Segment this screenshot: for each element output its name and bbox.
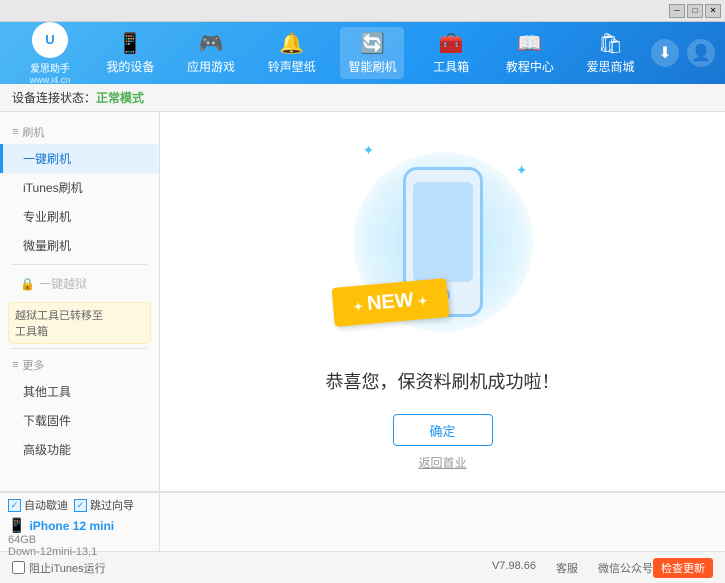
nav-ringtones-label: 铃声壁纸 (268, 58, 316, 75)
nav-store-label: 爱思商城 (587, 58, 635, 75)
sidebar-item-itunes-flash[interactable]: iTunes刷机 (0, 173, 159, 202)
sidebar-item-advanced[interactable]: 高级功能 (0, 435, 159, 464)
auto-close-checkbox[interactable]: ✓ 自动歇迪 (8, 497, 68, 513)
sidebar-section-more-icon: ≡ (12, 359, 18, 371)
skip-wizard-label: 跳过向导 (90, 497, 134, 513)
status-bar: 设备连接状态： 正常模式 (0, 84, 725, 112)
sidebar-divider-1 (12, 264, 147, 265)
phone-illustration: ✦ ✦ ✦ NEW (343, 132, 543, 352)
logo-url: www.i4.cn (30, 75, 71, 85)
nav-tutorials-icon: 📖 (517, 31, 542, 56)
nav-toolbox[interactable]: 🧰 工具箱 (421, 27, 481, 79)
nav-tutorials-label: 教程中心 (506, 58, 554, 75)
sidebar-item-download-firmware[interactable]: 下载固件 (0, 406, 159, 435)
sparkle-2: ✦ (516, 162, 528, 179)
auto-close-check-icon: ✓ (8, 499, 21, 512)
device-name: 📱 iPhone 12 mini (8, 517, 151, 534)
nav-apps-label: 应用游戏 (187, 58, 235, 75)
device-name-text: iPhone 12 mini (29, 519, 114, 533)
main-area: ≡ 刷机 一键刷机 iTunes刷机 专业刷机 微量刷机 🔒 一键越狱 越狱工具… (0, 112, 725, 491)
minimize-button[interactable]: ─ (669, 4, 685, 18)
close-button[interactable]: ✕ (705, 4, 721, 18)
logo-icon: U (32, 22, 68, 58)
device-firmware: Down-12mini-13,1 (8, 546, 151, 558)
device-checkboxes: ✓ 自动歇迪 ✓ 跳过向导 (8, 497, 151, 513)
nav-tutorials[interactable]: 📖 教程中心 (498, 27, 562, 79)
check-update-button[interactable]: 检查更新 (653, 558, 713, 578)
nav-right-btns: ⬇ 👤 (651, 39, 715, 67)
lock-icon: 🔒 (20, 277, 35, 291)
status-value: 正常模式 (96, 89, 144, 106)
version-label: V7.98.66 (492, 560, 536, 576)
block-itunes-label: 阻止iTunes运行 (29, 560, 106, 576)
sidebar-item-micro-flash[interactable]: 微量刷机 (0, 231, 159, 260)
nav-store-icon: 🛍 (598, 31, 623, 56)
sidebar-jailbreak-label: 一键越狱 (39, 275, 87, 292)
footer-left: 阻止iTunes运行 (12, 560, 492, 576)
nav-store[interactable]: 🛍 爱思商城 (579, 27, 643, 79)
sidebar-jailbreak-warning: 越狱工具已转移至工具箱 (8, 302, 151, 344)
sidebar: ≡ 刷机 一键刷机 iTunes刷机 专业刷机 微量刷机 🔒 一键越狱 越狱工具… (0, 112, 160, 491)
nav-flash-label: 智能刷机 (348, 58, 396, 75)
sidebar-item-other-tools[interactable]: 其他工具 (0, 377, 159, 406)
sidebar-divider-2 (12, 348, 147, 349)
nav-bar: 📱 我的设备 🎮 应用游戏 🔔 铃声壁纸 🔄 智能刷机 🧰 工具箱 📖 教程中心… (90, 27, 651, 79)
footer-right: 检查更新 (653, 558, 713, 578)
header: U 爱思助手 www.i4.cn 📱 我的设备 🎮 应用游戏 🔔 铃声壁纸 🔄 … (0, 22, 725, 84)
nav-apps-icon: 🎮 (199, 31, 224, 56)
logo-title: 爱思助手 (30, 60, 70, 75)
nav-device-icon: 📱 (118, 31, 143, 56)
success-message: 恭喜您，保资料刷机成功啦！ (326, 368, 560, 394)
customer-service-link[interactable]: 客服 (556, 560, 578, 576)
phone-screen (413, 182, 473, 282)
nav-apps-games[interactable]: 🎮 应用游戏 (179, 27, 243, 79)
sidebar-section-jailbreak: 🔒 一键越狱 (0, 269, 159, 298)
sidebar-item-pro-flash[interactable]: 专业刷机 (0, 202, 159, 231)
nav-my-device[interactable]: 📱 我的设备 (98, 27, 162, 79)
device-phone-icon: 📱 (8, 517, 25, 534)
sidebar-section-more: ≡ 更多 (0, 353, 159, 377)
status-prefix: 设备连接状态： (12, 89, 96, 106)
logo[interactable]: U 爱思助手 www.i4.cn (10, 22, 90, 85)
nav-toolbox-label: 工具箱 (433, 58, 469, 75)
confirm-button[interactable]: 确定 (393, 414, 493, 446)
maximize-button[interactable]: □ (687, 4, 703, 18)
device-storage: 64GB (8, 534, 151, 546)
main-content: ✦ ✦ ✦ NEW 恭喜您，保资料刷机成功啦！ 确定 返回首业 (160, 112, 725, 491)
nav-ringtones[interactable]: 🔔 铃声壁纸 (260, 27, 324, 79)
bottom-area: ✓ 自动歇迪 ✓ 跳过向导 📱 iPhone 12 mini 64GB Down… (0, 491, 725, 551)
back-link[interactable]: 返回首业 (418, 454, 466, 471)
device-panel: ✓ 自动歇迪 ✓ 跳过向导 📱 iPhone 12 mini 64GB Down… (0, 493, 160, 551)
download-button[interactable]: ⬇ (651, 39, 679, 67)
block-itunes-checkbox[interactable] (12, 561, 25, 574)
account-button[interactable]: 👤 (687, 39, 715, 67)
wechat-link[interactable]: 微信公众号 (598, 560, 653, 576)
sidebar-section-flash-label: 刷机 (22, 124, 44, 140)
auto-close-label: 自动歇迪 (24, 497, 68, 513)
sparkle-1: ✦ (363, 142, 375, 159)
nav-flash-icon: 🔄 (360, 31, 385, 56)
sidebar-section-flash-icon: ≡ (12, 126, 18, 138)
nav-ringtones-icon: 🔔 (279, 31, 304, 56)
nav-smart-flash[interactable]: 🔄 智能刷机 (340, 27, 404, 79)
sidebar-section-flash: ≡ 刷机 (0, 120, 159, 144)
skip-wizard-checkbox[interactable]: ✓ 跳过向导 (74, 497, 134, 513)
sidebar-section-more-label: 更多 (22, 357, 44, 373)
skip-wizard-check-icon: ✓ (74, 499, 87, 512)
footer-center: V7.98.66 客服 微信公众号 (492, 560, 653, 576)
title-bar: ─ □ ✕ (0, 0, 725, 22)
sidebar-item-one-click-flash[interactable]: 一键刷机 (0, 144, 159, 173)
nav-toolbox-icon: 🧰 (439, 31, 464, 56)
bottom-right (160, 493, 725, 551)
nav-device-label: 我的设备 (106, 58, 154, 75)
